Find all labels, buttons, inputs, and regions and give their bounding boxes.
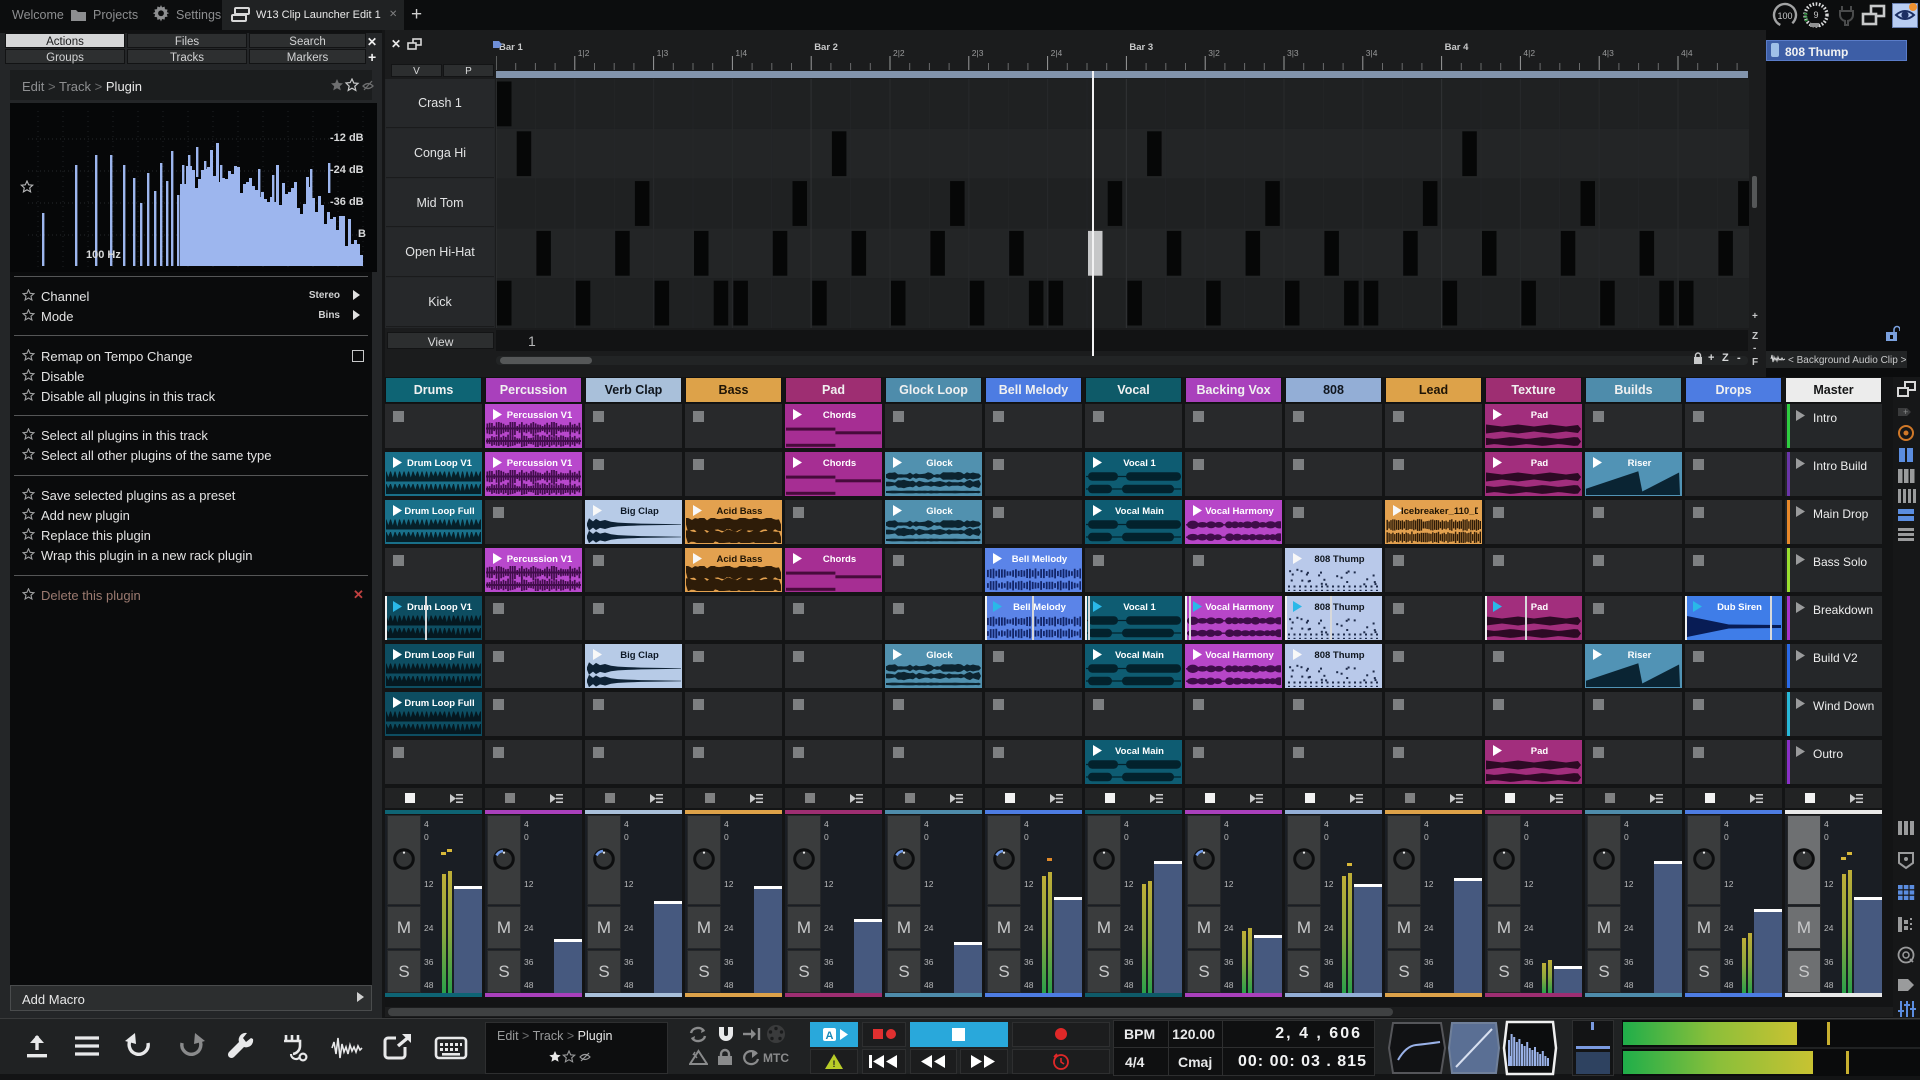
- svg-text:9: 9: [1813, 10, 1818, 20]
- svg-text:A: A: [826, 1030, 834, 1042]
- svg-text:+: +: [1903, 407, 1908, 417]
- svg-text:!: !: [833, 1059, 836, 1069]
- svg-text:100: 100: [1777, 11, 1792, 21]
